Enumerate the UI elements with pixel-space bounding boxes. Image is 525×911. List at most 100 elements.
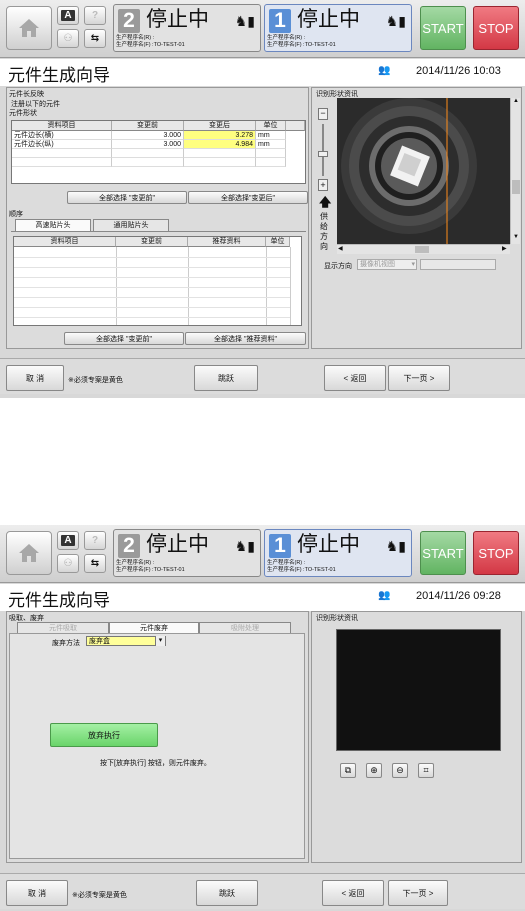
zoom-out-button[interactable]: − [318,108,328,120]
zoom-track [322,124,324,176]
title-bar: 元件生成向导 👥 2014/11/26 09:28 [0,584,525,611]
select-all-before-button[interactable]: 全部选择 "变更前" [67,191,187,204]
line-number: 2 [118,9,140,33]
order-table: 资料项目 变更前 推荐资料 单位 [13,236,302,326]
empty-cell [256,158,286,167]
select-all-before-button-2[interactable]: 全部选择 "变更前" [64,332,184,345]
back-button[interactable]: < 返回 [324,365,386,391]
home-icon [19,19,39,37]
help-button[interactable]: ? [84,531,106,550]
line-1-panel[interactable]: 1 停止中 ♞▮ 生产程序名(R) : 生产程序名(F) :TO-TEST-01 [264,529,412,577]
user-icon: 👥 [378,590,391,601]
program-info: 生产程序名(R) : 生产程序名(F) :TO-TEST-01 [116,560,185,573]
home-button[interactable] [6,531,52,575]
empty-cell [256,149,286,158]
program-info: 生产程序名(R) : 生产程序名(F) :TO-TEST-01 [267,560,336,573]
help-button[interactable]: ? [84,6,106,25]
home-icon [19,544,39,562]
tab-high-speed-head[interactable]: 高速贴片头 [15,219,91,231]
scrollbar-thumb[interactable] [415,246,429,253]
zoom-fit-button[interactable]: ⧉ [340,763,356,778]
group-label: 元件长反映 [9,91,44,98]
scroll-down-icon[interactable]: ▼ [512,234,520,242]
zoom-slider-thumb[interactable] [318,151,328,157]
empty-cell [112,158,184,167]
top-bar: A ? ⚇ ⇆ 2 停止中 ♞▮ 生产程序名(R) : 生产程序名(F) :TO… [0,525,525,583]
column-header: 变更前 [112,121,184,131]
start-button[interactable]: START [420,6,466,50]
tab-general-head[interactable]: 通用贴片头 [93,219,169,231]
camera-view[interactable] [337,98,510,244]
display-direction-select[interactable]: 摄像机视图 ▾ [357,259,417,270]
user-icon: 👥 [378,65,391,76]
feeder-icon: ⇆ [90,558,100,569]
auto-button[interactable]: A [57,6,79,25]
column-line [116,247,117,325]
left-panel: 吸取、废弃 元件吸取 元件废弃 吸附处理 废弃方法 废弃盒 ▾ 放弃执行 按下[… [6,611,309,863]
table-cell[interactable]: 3.278 [184,131,256,140]
discard-method-select[interactable]: 废弃盒 ▾ [86,636,166,646]
empty-cell [12,149,112,158]
zoom-in-button[interactable]: + [318,179,328,191]
next-button[interactable]: 下一页 > [388,365,450,391]
line-status: 停止中 [146,533,209,556]
camera-view[interactable] [336,629,501,751]
zoom-in-button[interactable]: ⊕ [366,763,382,778]
line-status: 停止中 [146,8,209,31]
next-button[interactable]: 下一页 > [388,880,448,906]
column-header [286,121,305,131]
stop-button[interactable]: STOP [473,6,519,50]
row-line [14,297,290,298]
operator-button[interactable]: ⚇ [57,29,79,48]
line-status: 停止中 [297,533,360,556]
select-all-after-button[interactable]: 全部选择"变更后" [188,191,308,204]
start-button[interactable]: START [420,531,466,575]
tab-suction[interactable]: 吸附处理 [199,622,291,633]
order-label: 顺序 [9,211,23,218]
home-button[interactable] [6,6,52,50]
tab-discard[interactable]: 元件废弃 [109,622,199,633]
horizontal-scrollbar[interactable]: ◀ ▶ [337,244,510,254]
table-cell: 3.000 [112,140,184,149]
left-panel: 元件长反映 注册以下的元件 元件形状 资料项目 变更前 变更后 单位 元件边长(… [6,87,309,349]
line-1-panel[interactable]: 1 停止中 ♞▮ 生产程序名(R) : 生产程序名(F) :TO-TEST-01 [264,4,412,52]
operator-button[interactable]: ⚇ [57,554,79,573]
column-line [290,247,291,325]
row-line [14,317,290,318]
tab-pickup[interactable]: 元件吸取 [17,622,109,633]
empty-cell [184,149,256,158]
feeder-button[interactable]: ⇆ [84,554,106,573]
feeder-button[interactable]: ⇆ [84,29,106,48]
column-line [188,247,189,325]
line-number: 1 [269,9,291,33]
fullscreen-button[interactable]: ⌗ [418,763,434,778]
stop-button[interactable]: STOP [473,531,519,575]
program-info: 生产程序名(R) : 生产程序名(F) :TO-TEST-01 [116,35,185,48]
cancel-button[interactable]: 取 消 [6,365,64,391]
execute-discard-button[interactable]: 放弃执行 [50,723,158,747]
table-cell[interactable]: 4.984 [184,140,256,149]
skip-button[interactable]: 跳跃 [196,880,258,906]
fullscreen-icon: ⌗ [423,765,429,775]
vertical-scrollbar[interactable]: ▲ ▼ [510,98,520,244]
column-header: 推荐资料 [188,237,266,247]
skip-button[interactable]: 跳跃 [194,365,258,391]
chevron-down-icon: ▾ [411,261,415,268]
display-direction-label: 显示方向 [324,263,352,270]
auto-button[interactable]: A [57,531,79,550]
select-all-recommended-button[interactable]: 全部选择 "推荐资料" [185,332,306,345]
scrollbar-thumb[interactable] [512,180,520,194]
back-button[interactable]: < 返回 [322,880,384,906]
line-number: 1 [269,534,291,558]
zoom-out-button[interactable]: ⊖ [392,763,408,778]
zoom-in-icon: ⊕ [370,765,378,775]
line-2-panel[interactable]: 2 停止中 ♞▮ 生产程序名(R) : 生产程序名(F) :TO-TEST-01 [113,529,261,577]
scroll-right-icon[interactable]: ▶ [502,245,507,252]
scroll-up-icon[interactable]: ▲ [512,98,520,106]
scroll-left-icon[interactable]: ◀ [338,245,343,252]
column-header: 单位 [256,121,286,131]
line-2-panel[interactable]: 2 停止中 ♞▮ 生产程序名(R) : 生产程序名(F) :TO-TEST-01 [113,4,261,52]
robot-icon: ♞▮ [385,13,406,29]
row-line [14,307,290,308]
cancel-button[interactable]: 取 消 [6,880,68,906]
